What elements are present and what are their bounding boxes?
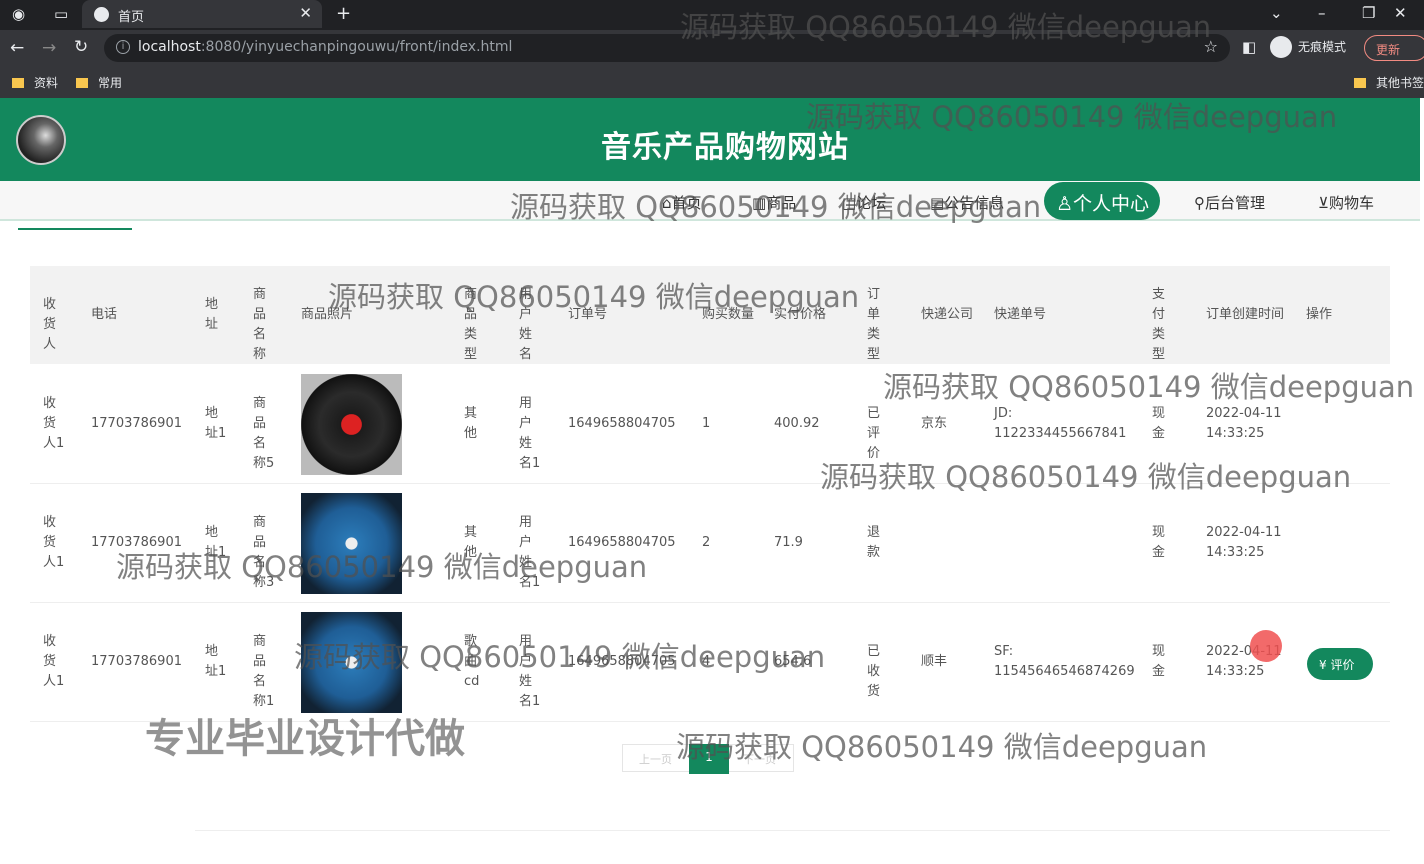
watermark: 源码获取 QQ86050149 微信deepguan: [294, 640, 826, 674]
browser-menu-icon[interactable]: ◉: [12, 5, 25, 23]
folder-icon: [76, 78, 88, 88]
folder-icon: [12, 78, 24, 88]
nav-personal-center[interactable]: ♙个人中心: [1044, 182, 1160, 220]
chevron-down-icon[interactable]: ⌄: [1270, 4, 1283, 22]
watermark: 源码获取 QQ86050149 微信deepguan: [510, 190, 1042, 224]
watermark: 源码获取 QQ86050149 微信deepguan: [676, 730, 1208, 764]
watermark: 源码获取 QQ86050149 微信deepguan: [883, 370, 1415, 404]
column-header: 商品名称: [253, 287, 267, 362]
bookmark-label: 常用: [98, 76, 123, 90]
restore-icon[interactable]: ❐: [1362, 4, 1375, 22]
table-cell: 现金: [1152, 525, 1166, 560]
column-header: 电话: [91, 307, 118, 322]
column-header: 快递单号: [994, 307, 1047, 322]
watermark: 源码获取 QQ86050149 微信deepguan: [116, 550, 648, 584]
minimize-icon[interactable]: –: [1318, 4, 1326, 22]
tab-search-icon[interactable]: ▭: [54, 5, 68, 23]
table-cell: 退款: [867, 525, 881, 560]
bookmark-label: 资料: [34, 76, 59, 90]
yen-icon: ¥: [1319, 658, 1331, 672]
incognito-indicator[interactable]: 无痕模式: [1270, 36, 1346, 58]
globe-icon: [94, 7, 109, 22]
column-header: 地址: [205, 297, 219, 332]
close-window-icon[interactable]: ✕: [1394, 4, 1407, 22]
link-icon: ⚲: [1194, 194, 1205, 212]
side-panel-icon[interactable]: ◧: [1242, 38, 1256, 56]
prev-page-button[interactable]: 上一页: [639, 751, 672, 767]
other-bookmarks-label: 其他书签: [1376, 76, 1424, 90]
table-cell: 收货人1: [43, 515, 65, 570]
watermark: 源码获取 QQ86050149 微信deepguan: [328, 280, 860, 314]
table-cell: 2022-04-11 14:33:25: [1206, 525, 1282, 560]
user-icon: ♙: [1056, 193, 1074, 215]
watermark: 源码获取 QQ86050149 微信deepguan: [820, 460, 1352, 494]
table-cell: 1649658804705: [568, 416, 676, 431]
column-header: 收货人: [43, 297, 57, 352]
tab-underline: [18, 228, 132, 230]
table-cell: 收货人1: [43, 634, 65, 689]
info-icon[interactable]: i: [116, 40, 130, 54]
table-cell: 其他: [464, 406, 478, 441]
table-cell: 17703786901: [91, 416, 182, 431]
bookmark-folder-2[interactable]: 常用: [76, 74, 122, 91]
table-cell: 现金: [1152, 406, 1166, 441]
table-cell: 已收货: [867, 644, 881, 699]
table-cell: 商品名称5: [253, 396, 275, 471]
column-header: 订单类型: [867, 287, 881, 362]
table-cell: 1: [702, 416, 711, 431]
table-cell: 2: [702, 535, 711, 550]
browser-tab[interactable]: 首页 ✕: [82, 0, 322, 28]
nav-cart[interactable]: ⊻购物车: [1318, 192, 1374, 213]
url-host: localhost: [138, 39, 201, 55]
table-cell: 现金: [1152, 644, 1166, 679]
column-header: 订单创建时间: [1206, 307, 1285, 322]
column-header: 快递公司: [921, 307, 974, 322]
column-header: 操作: [1306, 307, 1333, 322]
table-cell: 17703786901: [91, 654, 182, 669]
table-cell: 京东: [921, 416, 948, 431]
watermark: 源码获取 QQ86050149 微信deepguan: [680, 10, 1212, 44]
cart-icon: ⊻: [1318, 194, 1329, 212]
folder-icon: [1354, 78, 1366, 88]
new-tab-icon[interactable]: +: [336, 3, 351, 24]
table-cell: 2022-04-11 14:33:25: [1206, 406, 1282, 441]
table-cell: 用户姓名1: [519, 396, 541, 471]
table-cell: SF: 11545646546874269: [994, 644, 1135, 679]
table-cell: 地址1: [205, 644, 227, 679]
close-tab-icon[interactable]: ✕: [299, 4, 312, 22]
table-cell: JD: 1122334455667841: [994, 406, 1127, 441]
other-bookmarks[interactable]: 其他书签: [1354, 74, 1424, 91]
nav-admin[interactable]: ⚲后台管理: [1194, 192, 1265, 213]
table-cell: 71.9: [774, 535, 803, 550]
reload-icon[interactable]: ↻: [74, 37, 88, 57]
table-cell: 顺丰: [921, 654, 948, 669]
table-cell: 商品名称1: [253, 634, 275, 709]
footer-divider: [195, 830, 1390, 831]
back-icon[interactable]: ←: [10, 38, 24, 58]
forward-icon[interactable]: →: [42, 38, 56, 58]
incognito-icon: [1270, 36, 1292, 58]
column-header: 支付类型: [1152, 287, 1166, 362]
bookmark-folder-1[interactable]: 资料: [12, 74, 58, 91]
update-button[interactable]: 更新: [1364, 35, 1424, 61]
review-button[interactable]: ¥ 评价: [1307, 648, 1373, 680]
product-photo: [301, 374, 402, 475]
incognito-label: 无痕模式: [1298, 39, 1347, 54]
table-cell: 400.92: [774, 416, 820, 431]
cursor-highlight: [1250, 630, 1282, 662]
table-cell: 地址1: [205, 406, 227, 441]
watermark: 源码获取 QQ86050149 微信deepguan: [806, 100, 1338, 134]
tab-title: 首页: [118, 10, 145, 25]
promo-overlay: 专业毕业设计代做: [145, 716, 465, 762]
table-cell: 收货人1: [43, 396, 65, 451]
url-path: :8080/yinyuechanpingouwu/front/index.htm…: [200, 39, 513, 55]
